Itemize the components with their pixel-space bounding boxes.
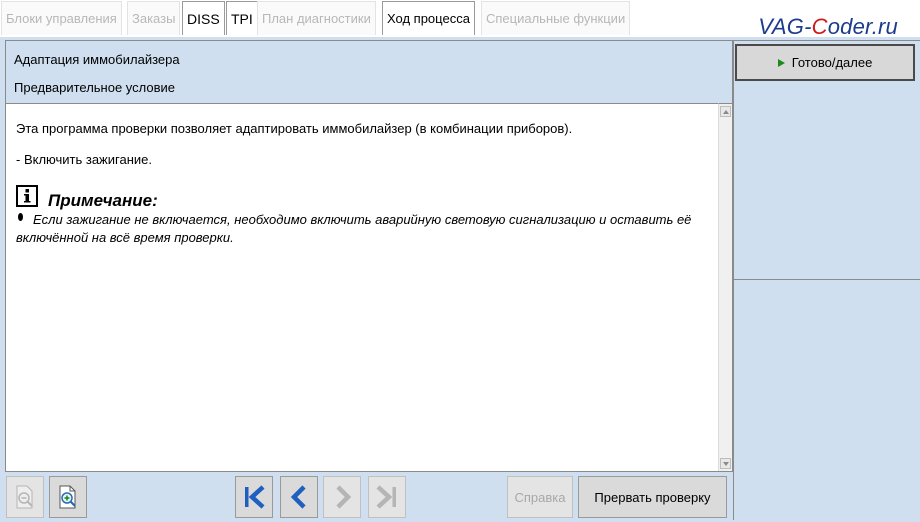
zoom-out-document-icon (16, 485, 33, 509)
right-lower-panel (733, 279, 920, 520)
tab-diagnostic-plan[interactable]: План диагностики (257, 1, 376, 35)
step-header: Адаптация иммобилайзера Предварительное … (6, 41, 732, 103)
arrow-down-icon (723, 462, 729, 466)
instruction-paragraph: Эта программа проверки позволяет адаптир… (16, 121, 573, 136)
tab-tpi[interactable]: TPI (226, 1, 258, 35)
right-panel: Готово/далее (733, 40, 920, 280)
previous-step-button[interactable] (280, 476, 318, 518)
zoom-in-button[interactable] (49, 476, 87, 518)
tab-special-functions[interactable]: Специальные функции (481, 1, 631, 35)
chevron-left-icon (290, 485, 306, 509)
scroll-down-button[interactable] (720, 458, 731, 469)
instruction-content: Эта программа проверки позволяет адаптир… (6, 103, 718, 471)
chevron-right-icon (336, 485, 352, 509)
tab-control-units[interactable]: Блоки управления (1, 1, 122, 35)
page-title: Адаптация иммобилайзера (14, 52, 180, 67)
vertical-scrollbar[interactable] (718, 103, 732, 471)
tab-orders[interactable]: Заказы (127, 1, 181, 35)
tab-process[interactable]: Ход процесса (382, 1, 475, 35)
scroll-up-button[interactable] (720, 106, 731, 117)
ready-next-label: Готово/далее (791, 55, 873, 70)
watermark-logo: VAG-Coder.ru (758, 14, 898, 39)
bottom-toolbar: Справка Прервать проверку (0, 473, 733, 522)
instruction-step: - Включить зажигание. (16, 152, 152, 167)
last-step-button[interactable] (368, 476, 406, 518)
tab-diss[interactable]: DISS (182, 1, 225, 35)
next-step-button[interactable] (323, 476, 361, 518)
play-icon (777, 58, 785, 67)
info-icon (16, 185, 38, 207)
zoom-out-button[interactable] (6, 476, 44, 518)
arrow-up-icon (723, 110, 729, 114)
skip-last-icon (376, 485, 396, 509)
first-step-button[interactable] (235, 476, 273, 518)
main-panel: Адаптация иммобилайзера Предварительное … (5, 40, 733, 472)
skip-first-icon (245, 485, 265, 509)
note-title: Примечание: (48, 191, 158, 210)
zoom-in-document-icon (59, 485, 76, 509)
note-text: Если зажигание не включается, необходимо… (16, 212, 692, 245)
tab-bar: Блоки управления Заказы DISS TPI План ди… (0, 0, 920, 39)
ready-next-button[interactable]: Готово/далее (735, 44, 915, 81)
help-button[interactable]: Справка (507, 476, 573, 518)
abort-test-button[interactable]: Прервать проверку (578, 476, 727, 518)
page-subtitle: Предварительное условие (14, 80, 176, 95)
